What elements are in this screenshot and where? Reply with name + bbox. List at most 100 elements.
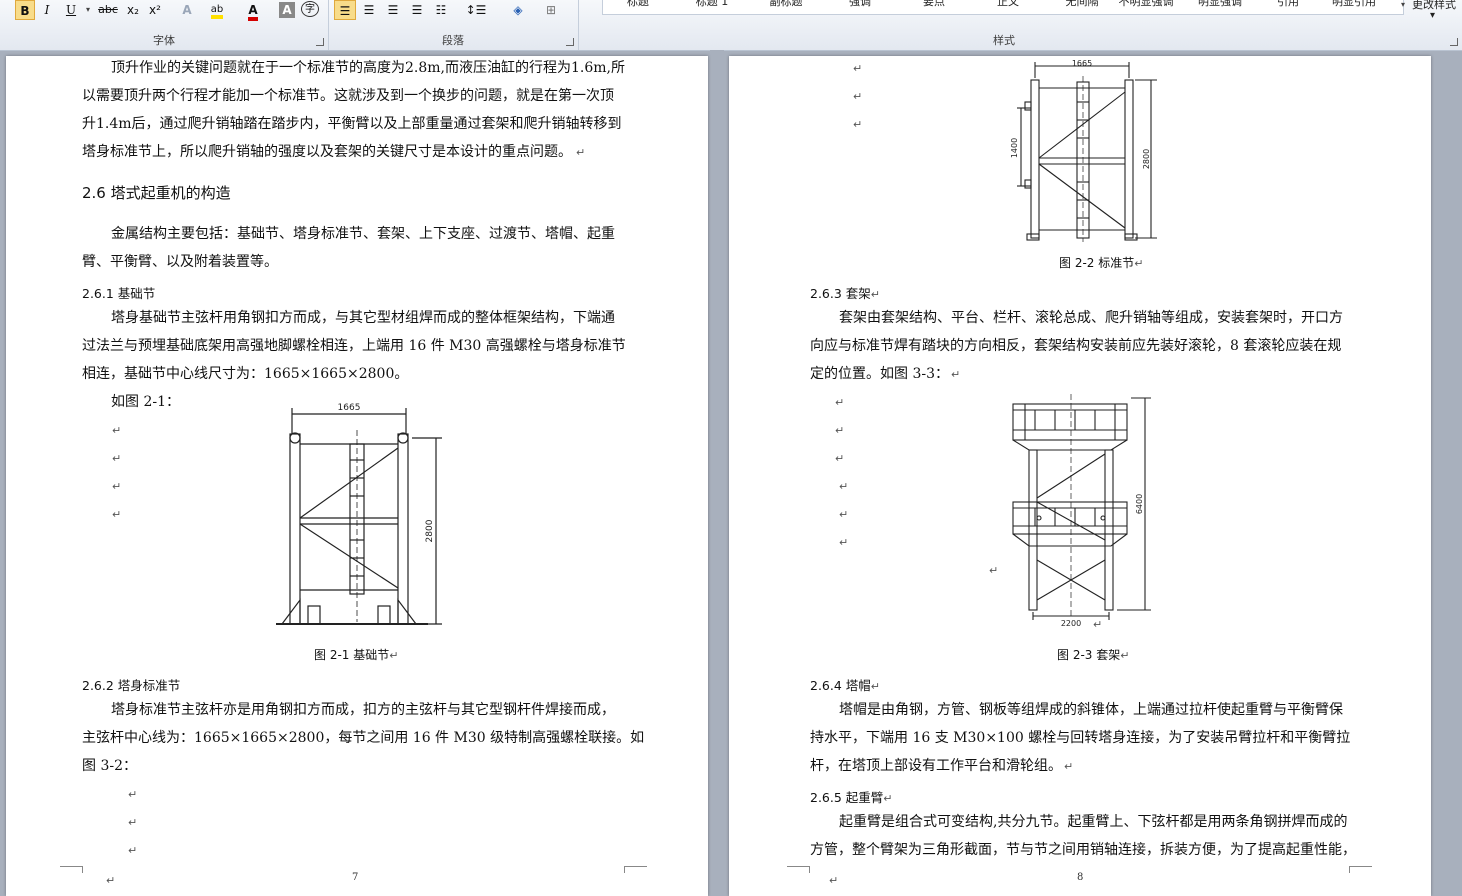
align-center-icon[interactable]: ☰ bbox=[358, 0, 380, 20]
font-group: B I U ▾ abc x₂ x² A ab A A 字 字体 bbox=[0, 0, 329, 50]
style-strong[interactable]: 要点 bbox=[899, 0, 969, 10]
style-subtle-emphasis[interactable]: 不明显强调 bbox=[1111, 0, 1181, 10]
paragraph-mark-icon: ↵ bbox=[112, 508, 122, 521]
font-launcher-icon[interactable] bbox=[316, 38, 324, 46]
styles-launcher-icon[interactable] bbox=[1450, 38, 1458, 46]
paragraph-mark-icon: ↵ bbox=[128, 788, 138, 801]
heading-text: 2.6.3 套架 bbox=[810, 286, 871, 301]
caption-text: 图 2-2 标准节 bbox=[1059, 256, 1135, 270]
styles-group: 标题 标题 1 副标题 强调 要点 正文 无间隔 不明显强调 明显强调 引用 明… bbox=[598, 0, 1410, 50]
distributed-icon[interactable]: ☷ bbox=[430, 0, 452, 20]
styles-scroll-icon[interactable]: ▾ bbox=[1397, 0, 1409, 14]
figure-caption: 图 2-2 标准节↵ bbox=[1059, 254, 1143, 271]
style-quote[interactable]: 引用 bbox=[1253, 0, 1323, 10]
underline-dropdown-icon[interactable]: ▾ bbox=[84, 0, 92, 20]
ribbon: B I U ▾ abc x₂ x² A ab A A 字 字体 ☰ ☰ ☰ ☰ … bbox=[0, 0, 1462, 51]
paragraph-text: 升1.4m后，通过爬升销轴踏在踏步内，平衡臂以及上部重量通过套架和爬升销轴转移到 bbox=[82, 110, 622, 138]
style-emphasis[interactable]: 强调 bbox=[825, 0, 895, 10]
paragraph-mark-icon: ↵ bbox=[870, 680, 880, 693]
italic-button[interactable]: I bbox=[38, 0, 56, 20]
paragraph-text: 塔身标准节主弦杆亦是用角钢扣方而成，扣方的主弦杆与其它型钢杆件焊接而成， bbox=[111, 702, 615, 718]
paragraph-text: 如图 2-1： bbox=[111, 394, 180, 410]
borders-icon[interactable]: ⊞ bbox=[538, 0, 564, 20]
paragraph-mark-icon: ↵ bbox=[1134, 257, 1144, 270]
page-number: 7 bbox=[352, 872, 359, 883]
subsection-heading: 2.6.3 套架↵ bbox=[810, 283, 880, 302]
font-color-icon[interactable]: A bbox=[242, 0, 264, 21]
paragraph-mark-icon: ↵ bbox=[1093, 618, 1103, 631]
paragraph-text: 方管，整个臂架为三角形截面，节与节之间用销轴连接，拆装方便，为了提高起重性能， bbox=[810, 842, 1356, 858]
paragraph-text: 套架由套架结构、平台、栏杆、滚轮总成、爬升销轴等组成，安装套架时，开口方 bbox=[839, 310, 1343, 326]
superscript-button[interactable]: x² bbox=[146, 0, 164, 20]
dimension-label: 1400 bbox=[1010, 138, 1019, 158]
text-effects-icon[interactable]: A bbox=[176, 0, 198, 20]
paragraph-text: 定的位置。如图 3-3： ↵ bbox=[810, 360, 960, 389]
paragraph-mark-icon: ↵ bbox=[835, 424, 845, 437]
paragraph-mark-icon: ↵ bbox=[106, 874, 116, 887]
highlight-icon[interactable]: ab bbox=[206, 0, 228, 20]
style-subtitle[interactable]: 副标题 bbox=[751, 0, 821, 10]
paragraph-mark-icon: ↵ bbox=[839, 508, 849, 521]
style-intense-emphasis[interactable]: 明显强调 bbox=[1185, 0, 1255, 10]
align-right-icon[interactable]: ☰ bbox=[382, 0, 404, 20]
paragraph-mark-icon: ↵ bbox=[839, 536, 849, 549]
page-8[interactable]: ↵ ↵ ↵ 1665 1400 2800 图 2-2 标准节↵ 2.6.3 套架… bbox=[729, 56, 1431, 896]
paragraph-mark-icon: ↵ bbox=[128, 844, 138, 857]
paragraph-text: 过法兰与预埋基础底架用高强地脚螺栓相连，上端用 16 件 M30 高强螺栓与塔身… bbox=[82, 338, 626, 354]
paragraph-text: 持水平，下端用 16 支 M30×100 螺栓与回转塔身连接，为了安装吊臂拉杆和… bbox=[810, 730, 1351, 746]
style-no-spacing[interactable]: 无间隔 bbox=[1047, 0, 1117, 10]
paragraph-text: 相连，基础节中心线尺寸为：1665×1665×2800。 bbox=[82, 366, 409, 382]
paragraph-text: 主弦杆中心线为：1665×1665×2800，每节之间用 16 件 M30 级特… bbox=[82, 730, 645, 746]
paragraph-mark-icon: ↵ bbox=[951, 368, 961, 381]
bold-button[interactable]: B bbox=[15, 0, 35, 20]
heading-text: 2.6.5 起重臂 bbox=[810, 790, 884, 805]
paragraph-text: 起重臂是组合式可变结构,共分九节。起重臂上、下弦杆都是用两条角钢拼焊而成的 bbox=[839, 814, 1348, 830]
text-run: 定的位置。如图 3-3： bbox=[810, 366, 949, 382]
paragraph-mark-icon: ↵ bbox=[835, 452, 845, 465]
page-7[interactable]: 顶升作业的关键问题就在于一个标准节的高度为2.8m,而液压油缸的行程为1.6m,… bbox=[6, 56, 708, 896]
paragraph-mark-icon: ↵ bbox=[1064, 760, 1074, 773]
page-gap bbox=[710, 50, 724, 888]
crop-mark-icon bbox=[1349, 866, 1372, 873]
styles-group-label: 样式 bbox=[993, 34, 1015, 47]
paragraph-mark-icon: ↵ bbox=[853, 90, 863, 103]
crop-mark-icon bbox=[60, 866, 83, 873]
paragraph-launcher-icon[interactable] bbox=[566, 38, 574, 46]
align-left-icon[interactable]: ☰ bbox=[334, 0, 356, 20]
font-group-label: 字体 bbox=[153, 34, 175, 47]
subscript-button[interactable]: x₂ bbox=[124, 0, 142, 20]
paragraph-text: 图 3-2： bbox=[82, 758, 137, 774]
paragraph-text: 金属结构主要包括：基础节、塔身标准节、套架、上下支座、过渡节、塔帽、起重 bbox=[111, 226, 615, 242]
paragraph-mark-icon: ↵ bbox=[989, 564, 999, 577]
paragraph-mark-icon: ↵ bbox=[829, 874, 839, 887]
figure-climbing-frame: 2200 6400 bbox=[1012, 394, 1151, 628]
style-title[interactable]: 标题 bbox=[603, 0, 673, 10]
strikethrough-button[interactable]: abc bbox=[96, 0, 120, 20]
paragraph-mark-icon: ↵ bbox=[112, 480, 122, 493]
enclose-char-icon[interactable]: 字 bbox=[301, 1, 319, 17]
paragraph-group-label: 段落 bbox=[442, 34, 464, 47]
subsection-heading: 2.6.2 塔身标准节 bbox=[82, 678, 181, 693]
crop-mark-icon bbox=[624, 866, 647, 873]
text-run: 杆，在塔顶上部设有工作平台和滑轮组。 bbox=[810, 758, 1062, 774]
subsection-heading: 2.6.5 起重臂↵ bbox=[810, 787, 893, 806]
paragraph-mark-icon: ↵ bbox=[112, 452, 122, 465]
text-run: 升1.4m后，通过爬升销轴踏在踏步内，平衡臂以及上部重量通过套架和爬升销轴转移到 bbox=[82, 116, 622, 132]
char-shading-icon[interactable]: A bbox=[279, 2, 295, 18]
justify-icon[interactable]: ☰ bbox=[406, 0, 428, 20]
style-normal[interactable]: 正文 bbox=[973, 0, 1043, 10]
shading-icon[interactable]: ◈ bbox=[504, 0, 532, 20]
paragraph-mark-icon: ↵ bbox=[835, 396, 845, 409]
paragraph-group: ☰ ☰ ☰ ☰ ☷ ↕☰ ◈ ⊞ 段落 bbox=[328, 0, 579, 50]
paragraph-text: 臂、平衡臂、以及附着装置等。 bbox=[82, 254, 278, 270]
crop-mark-icon bbox=[787, 866, 810, 873]
paragraph-mark-icon: ↵ bbox=[853, 118, 863, 131]
paragraph-text: 以需要顶升两个行程才能加一个标准节。这就涉及到一个换步的问题，就是在第一次顶 bbox=[82, 88, 614, 104]
change-styles-button[interactable]: 更改样式 ▾ bbox=[1412, 0, 1462, 36]
line-spacing-icon[interactable]: ↕☰ bbox=[462, 0, 490, 20]
style-intense-quote[interactable]: 明显引用 bbox=[1319, 0, 1389, 10]
figure-caption: 图 2-3 套架↵ bbox=[1057, 646, 1129, 663]
dimension-label: 2800 bbox=[1142, 149, 1151, 169]
underline-button[interactable]: U bbox=[62, 0, 80, 20]
style-heading-1[interactable]: 标题 1 bbox=[677, 0, 747, 10]
